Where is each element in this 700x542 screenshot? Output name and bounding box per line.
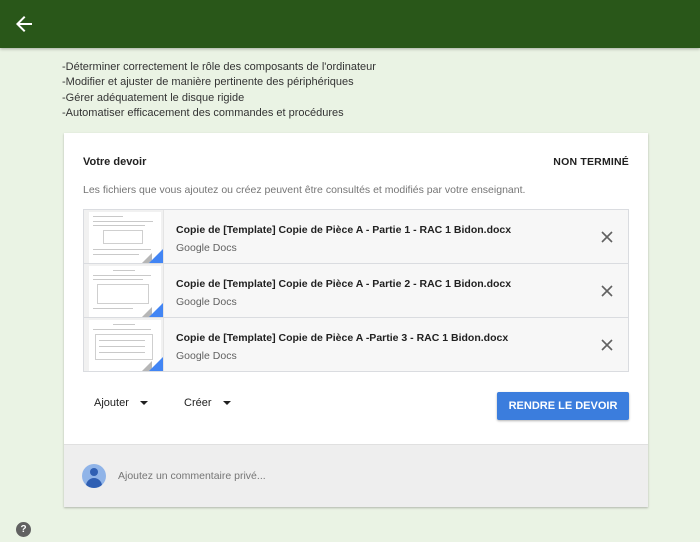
arrow-back-icon[interactable] (12, 12, 36, 36)
attachment-type: Google Docs (176, 350, 237, 362)
private-comment-input[interactable] (118, 467, 598, 485)
google-docs-icon (149, 357, 163, 371)
top-app-bar (0, 0, 700, 48)
objective-item: -Automatiser efficacement des commandes … (62, 106, 344, 119)
help-icon[interactable]: ? (16, 522, 31, 537)
attachment-item[interactable]: Copie de [Template] Copie de Pièce A - P… (84, 210, 628, 264)
add-dropdown-label: Ajouter (94, 397, 129, 409)
objectives-list: -Déterminer correctement le rôle des com… (62, 60, 376, 121)
submit-assignment-button[interactable]: RENDRE LE DEVOIR (497, 392, 629, 420)
card-hint: Les fichiers que vous ajoutez ou créez p… (83, 184, 526, 196)
document-thumbnail (84, 264, 164, 317)
create-dropdown[interactable]: Créer (184, 397, 231, 409)
caret-down-icon (139, 401, 148, 405)
caret-down-icon (222, 401, 231, 405)
attachment-name[interactable]: Copie de [Template] Copie de Pièce A - P… (176, 278, 511, 290)
attachment-type: Google Docs (176, 296, 237, 308)
objective-item: -Modifier et ajuster de manière pertinen… (62, 76, 354, 89)
objective-item: -Gérer adéquatement le disque rigide (62, 91, 245, 104)
attachment-item[interactable]: Copie de [Template] Copie de Pièce A -Pa… (84, 318, 628, 371)
attachments-list: Copie de [Template] Copie de Pièce A - P… (83, 209, 629, 372)
status-label: NON TERMINÉ (553, 156, 629, 168)
close-icon[interactable] (600, 338, 614, 352)
assignment-card: Votre devoir NON TERMINÉ Les fichiers qu… (64, 133, 648, 507)
document-thumbnail (84, 318, 164, 371)
google-docs-icon (149, 249, 163, 263)
close-icon[interactable] (600, 284, 614, 298)
document-thumbnail (84, 210, 164, 263)
card-title: Votre devoir (83, 156, 147, 168)
avatar (82, 464, 106, 488)
google-docs-icon (149, 303, 163, 317)
create-dropdown-label: Créer (184, 397, 212, 409)
attachment-name[interactable]: Copie de [Template] Copie de Pièce A -Pa… (176, 332, 508, 344)
add-dropdown[interactable]: Ajouter (94, 397, 148, 409)
objective-item: -Déterminer correctement le rôle des com… (62, 61, 376, 73)
private-comment-bar (64, 444, 648, 507)
attachment-item[interactable]: Copie de [Template] Copie de Pièce A - P… (84, 264, 628, 318)
close-icon[interactable] (600, 230, 614, 244)
attachment-name[interactable]: Copie de [Template] Copie de Pièce A - P… (176, 224, 511, 236)
attachment-type: Google Docs (176, 242, 237, 254)
